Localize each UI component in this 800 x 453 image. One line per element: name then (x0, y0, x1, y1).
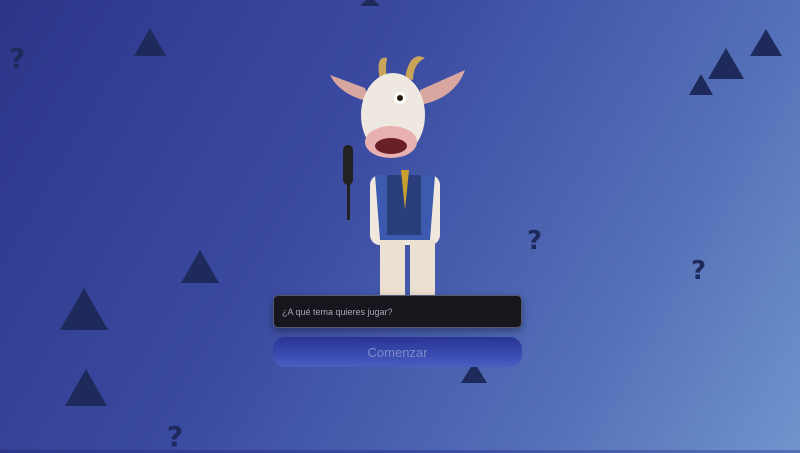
question-mark-icon: ? (9, 42, 26, 75)
start-button[interactable]: Comenzar (273, 337, 522, 367)
triangle-icon (65, 369, 107, 406)
triangle-icon (60, 288, 108, 330)
question-mark-icon: ? (527, 226, 543, 256)
goat-mascot-image (330, 56, 465, 295)
triangle-icon (134, 28, 166, 56)
question-mark-icon: ? (691, 256, 707, 286)
triangle-icon (750, 29, 782, 56)
question-mark-icon: ? (167, 420, 184, 453)
triangle-icon (689, 74, 713, 95)
triangle-icon (708, 48, 744, 79)
topic-input[interactable] (273, 295, 522, 328)
triangle-icon (360, 0, 380, 6)
triangle-icon (181, 250, 219, 283)
